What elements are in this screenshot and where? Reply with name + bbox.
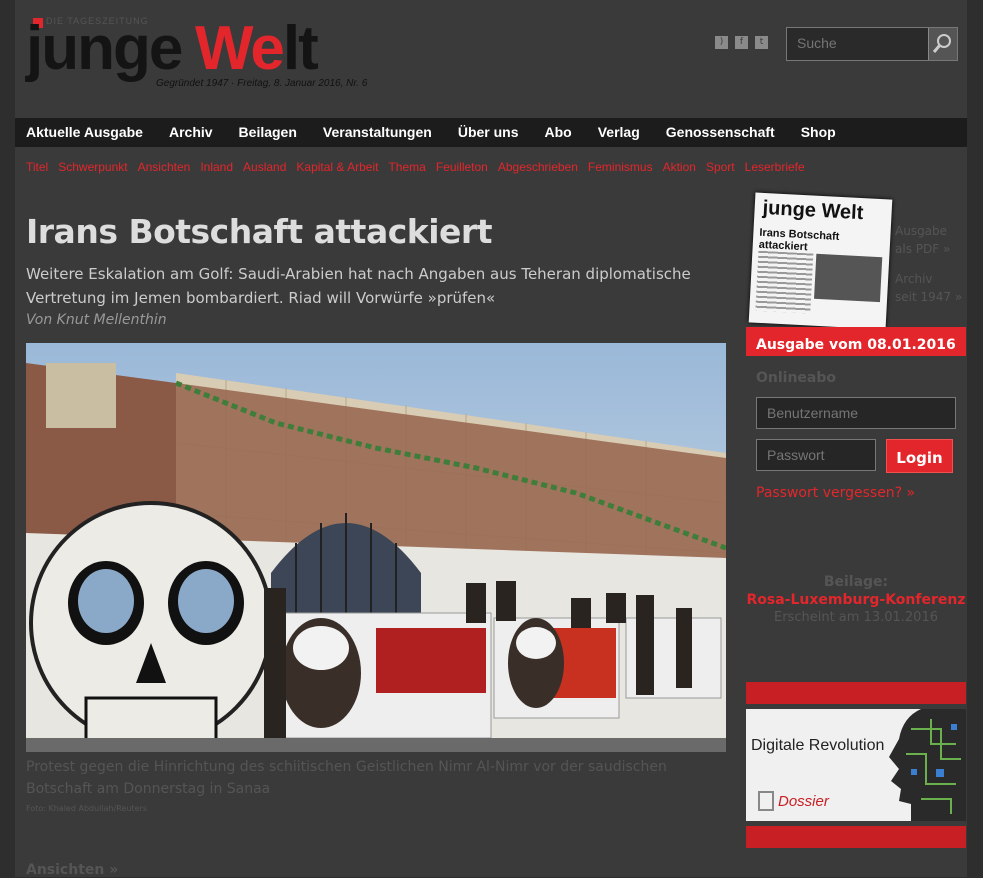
section-aktion[interactable]: Aktion	[663, 160, 696, 174]
section-sport[interactable]: Sport	[706, 160, 735, 174]
section-ausland[interactable]: Ausland	[243, 160, 286, 174]
search-button[interactable]	[928, 28, 957, 60]
rss-icon[interactable]: )	[715, 36, 728, 49]
password-field[interactable]	[756, 439, 876, 471]
search-box	[786, 27, 958, 61]
section-leserbriefe[interactable]: Leserbriefe	[745, 160, 805, 174]
thumb-text-column	[755, 250, 814, 314]
section-feminismus[interactable]: Feminismus	[588, 160, 653, 174]
facebook-icon[interactable]: f	[735, 36, 748, 49]
section-titel[interactable]: Titel	[26, 160, 48, 174]
article-author: Von Knut Mellenthin	[26, 312, 167, 328]
dossier-title: Digitale Revolution	[751, 737, 885, 754]
beilage-link[interactable]: Rosa-Luxemburg-Konferenz	[746, 592, 966, 608]
photo-caption: Protest gegen die Hinrichtung des schiit…	[26, 759, 667, 797]
section-thema[interactable]: Thema	[388, 160, 425, 174]
nav-item-abo[interactable]: Abo	[534, 118, 587, 147]
logo-welt[interactable]: Welt	[195, 14, 319, 84]
article-lead: Weitere Eskalation am Golf: Saudi-Arabie…	[26, 265, 691, 307]
social-links: ) f t	[715, 36, 768, 49]
section-ansichten[interactable]: Ansichten	[138, 160, 191, 174]
archive-link[interactable]: Archiv seit 1947 »	[895, 270, 962, 306]
thumb-logo: junge Welt	[762, 196, 864, 225]
section-nav: Titel Schwerpunkt Ansichten Inland Ausla…	[26, 160, 815, 174]
logo-lt: lt	[282, 14, 319, 83]
photo-credit: Foto: Khaled Abdullah/Reuters	[26, 804, 147, 813]
beilage-heading: Beilage:	[823, 574, 889, 590]
section-abgeschrieben[interactable]: Abgeschrieben	[498, 160, 578, 174]
search-icon	[932, 34, 951, 53]
nav-item-beilagen[interactable]: Beilagen	[228, 118, 312, 147]
archive-link-line1: Archiv	[895, 272, 933, 286]
document-icon	[758, 791, 774, 811]
photo-illustration	[26, 343, 726, 752]
nav-item-ueber-uns[interactable]: Über uns	[447, 118, 534, 147]
forgot-password-link[interactable]: Passwort vergessen? »	[756, 485, 915, 501]
dossier-bottom-bar	[746, 826, 966, 848]
archive-link-line2: seit 1947 »	[895, 290, 963, 304]
nav-item-shop[interactable]: Shop	[790, 118, 851, 147]
logo-we: We	[195, 14, 285, 83]
pdf-link-line1: Ausgabe	[895, 224, 948, 238]
twitter-icon[interactable]: t	[755, 36, 768, 49]
nav-item-archiv[interactable]: Archiv	[158, 118, 228, 147]
ansichten-link[interactable]: Ansichten »	[26, 862, 118, 878]
section-feuilleton[interactable]: Feuilleton	[436, 160, 488, 174]
article-title: Irans Botschaft attackiert	[26, 212, 492, 251]
circuit-head-icon	[889, 709, 966, 821]
logo-junge[interactable]: junge	[26, 14, 183, 84]
search-input[interactable]	[787, 28, 927, 58]
nav-item-aktuelle-ausgabe[interactable]: Aktuelle Ausgabe	[15, 118, 158, 147]
dossier-top-bar	[746, 682, 966, 704]
dossier-label: Dossier	[778, 793, 829, 810]
logo-subline: Gegründet 1947 · Freitag, 8. Januar 2016…	[156, 78, 368, 89]
current-issue-thumbnail[interactable]: junge Welt Irans Botschaft attackiert	[748, 192, 893, 330]
section-schwerpunkt[interactable]: Schwerpunkt	[58, 160, 127, 174]
pdf-link-line2: als PDF »	[895, 242, 951, 256]
beilage-date: Erscheint am 13.01.2016	[774, 610, 938, 625]
nav-item-genossenschaft[interactable]: Genossenschaft	[655, 118, 790, 147]
dossier-banner[interactable]: Digitale Revolution Dossier	[746, 709, 966, 821]
section-kapital-arbeit[interactable]: Kapital & Arbeit	[296, 160, 378, 174]
onlineabo-heading: Onlineabo	[756, 370, 837, 386]
username-field[interactable]	[756, 397, 956, 429]
nav-item-verlag[interactable]: Verlag	[587, 118, 655, 147]
login-button[interactable]: Login	[886, 439, 953, 473]
main-nav: Aktuelle Ausgabe Archiv Beilagen Veranst…	[15, 118, 967, 147]
thumb-photo	[814, 253, 883, 303]
article-photo[interactable]	[26, 343, 726, 752]
issue-date-bar[interactable]: Ausgabe vom 08.01.2016	[746, 327, 966, 356]
nav-item-veranstaltungen[interactable]: Veranstaltungen	[312, 118, 447, 147]
pdf-link[interactable]: Ausgabe als PDF »	[895, 222, 950, 258]
beilage-box: Beilage: Rosa-Luxemburg-Konferenz Ersche…	[746, 574, 966, 625]
section-inland[interactable]: Inland	[200, 160, 233, 174]
